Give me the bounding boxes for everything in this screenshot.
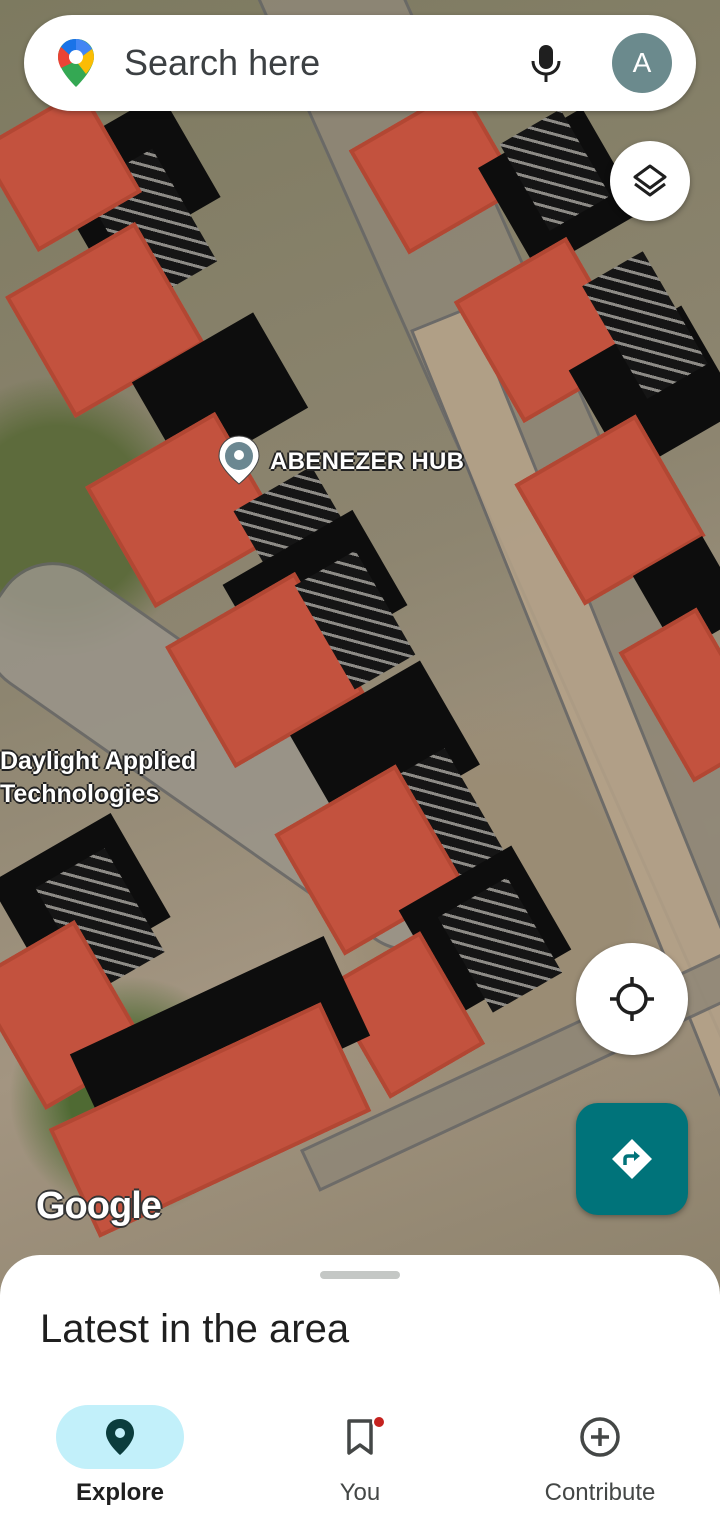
google-maps-logo-icon bbox=[58, 39, 94, 87]
nav-label-contribute: Contribute bbox=[544, 1479, 656, 1506]
search-bar[interactable]: A bbox=[24, 15, 696, 111]
place-label-abenezer-hub[interactable]: ABENEZER HUB bbox=[270, 448, 464, 476]
crosshair-location-icon bbox=[610, 977, 654, 1021]
layers-button[interactable] bbox=[610, 141, 690, 221]
place-pin-icon[interactable] bbox=[216, 434, 262, 486]
sheet-title: Latest in the area bbox=[40, 1307, 350, 1351]
drag-handle[interactable] bbox=[320, 1271, 400, 1279]
directions-icon bbox=[612, 1139, 652, 1179]
explore-pin-icon bbox=[106, 1419, 134, 1455]
nav-icon-container bbox=[296, 1405, 424, 1469]
add-circle-icon bbox=[580, 1417, 620, 1457]
place-label-line: Technologies bbox=[0, 780, 160, 808]
nav-tab-you[interactable]: You bbox=[270, 1405, 450, 1515]
nav-icon-container bbox=[536, 1405, 664, 1469]
microphone-icon[interactable] bbox=[522, 39, 570, 87]
place-label-daylight-applied-technologies[interactable]: Daylight Applied Technologies bbox=[0, 745, 196, 811]
place-label-line: Daylight Applied bbox=[0, 747, 197, 775]
nav-label-you: You bbox=[339, 1479, 381, 1506]
notification-badge bbox=[372, 1415, 386, 1429]
nav-label-explore: Explore bbox=[75, 1479, 165, 1506]
nav-tab-explore[interactable]: Explore bbox=[30, 1405, 210, 1515]
account-avatar[interactable]: A bbox=[612, 33, 672, 93]
google-attribution: Google bbox=[36, 1185, 162, 1227]
layers-icon bbox=[633, 164, 667, 197]
directions-button[interactable] bbox=[576, 1103, 688, 1215]
nav-active-indicator bbox=[56, 1405, 184, 1469]
my-location-button[interactable] bbox=[576, 943, 688, 1055]
nav-tab-contribute[interactable]: Contribute bbox=[510, 1405, 690, 1515]
search-input[interactable] bbox=[124, 37, 484, 89]
